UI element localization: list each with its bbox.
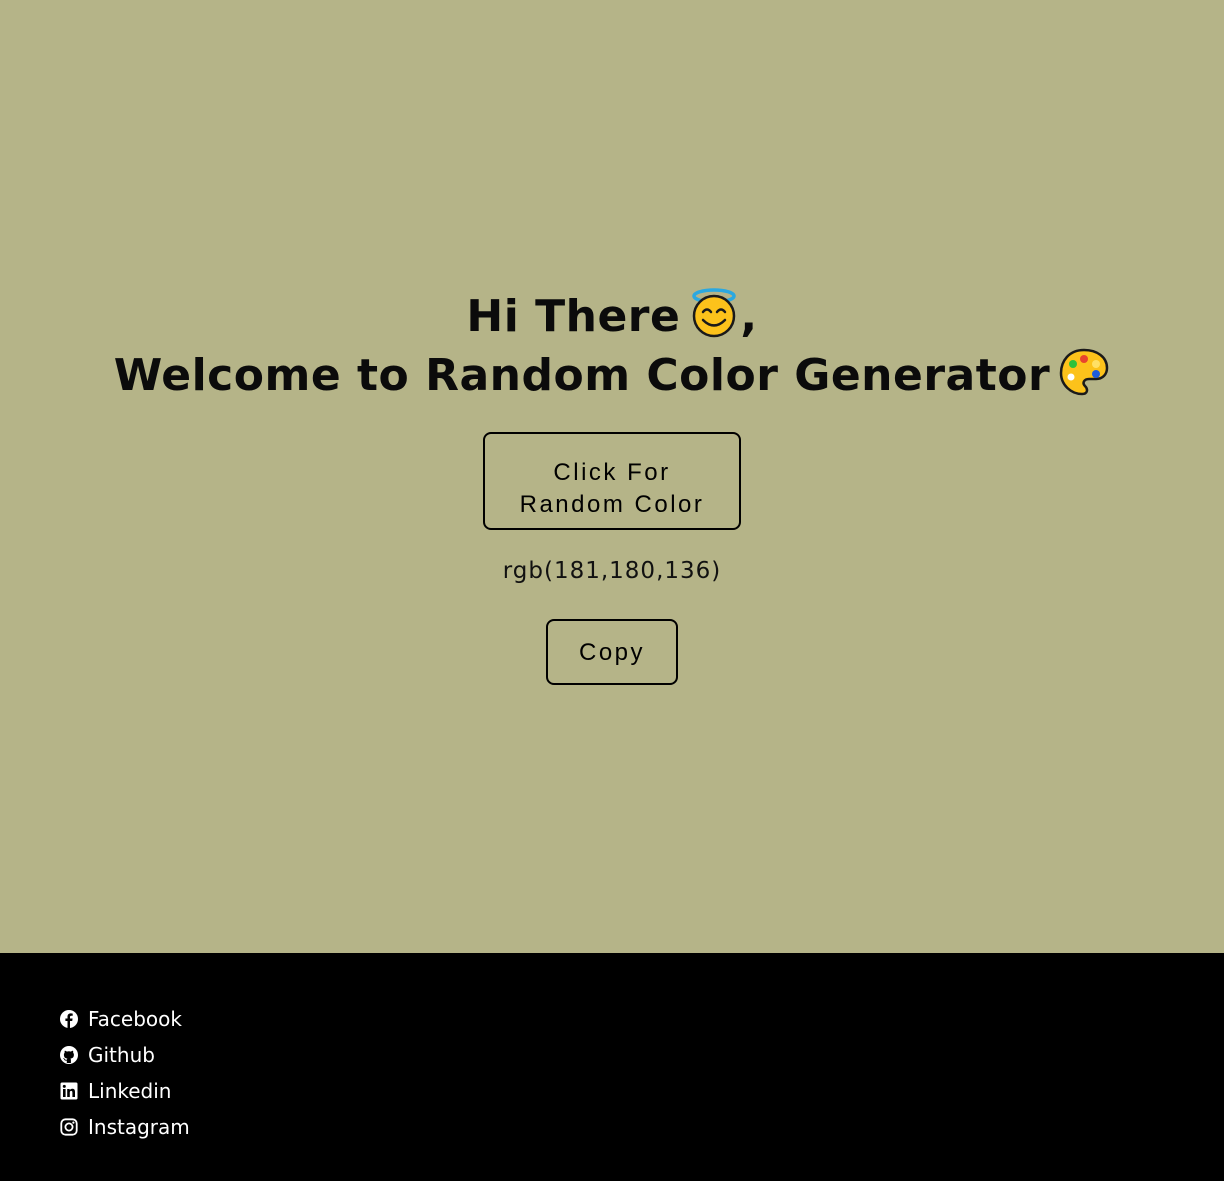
welcome-heading: Welcome to Random Color Generator [0,346,1224,405]
smiling-face-with-halo-icon [688,287,740,339]
footer: Facebook Github Linkedin Instagram [0,953,1224,1181]
page: Hi There , Welcome to Random Color Gener… [0,0,1224,1181]
current-color-value: rgb(181,180,136) [502,558,722,584]
main-section: Hi There , Welcome to Random Color Gener… [0,0,1224,953]
footer-link-linkedin[interactable]: Linkedin [60,1073,190,1109]
footer-link-label: Linkedin [88,1079,172,1103]
facebook-icon [60,1010,78,1028]
footer-link-instagram[interactable]: Instagram [60,1109,190,1145]
random-color-button[interactable]: Click For Random Color [483,432,741,530]
github-icon [60,1046,78,1064]
footer-link-label: Github [88,1043,155,1067]
footer-link-label: Instagram [88,1115,190,1139]
greeting-text: Hi There [466,291,681,342]
footer-link-github[interactable]: Github [60,1037,190,1073]
greeting-comma: , [740,291,758,342]
greeting-heading: Hi There , [0,287,1224,346]
random-color-button-label-line2: Random Color [519,490,705,518]
instagram-icon [60,1118,78,1136]
social-links-list: Facebook Github Linkedin Instagram [60,1001,190,1145]
footer-link-label: Facebook [88,1007,182,1031]
artist-palette-icon [1058,346,1110,398]
random-color-button-label-line1: Click For [553,458,671,486]
linkedin-icon [60,1082,78,1100]
footer-link-facebook[interactable]: Facebook [60,1001,190,1037]
copy-button[interactable]: Copy [546,619,678,685]
welcome-text: Welcome to Random Color Generator [113,350,1051,401]
